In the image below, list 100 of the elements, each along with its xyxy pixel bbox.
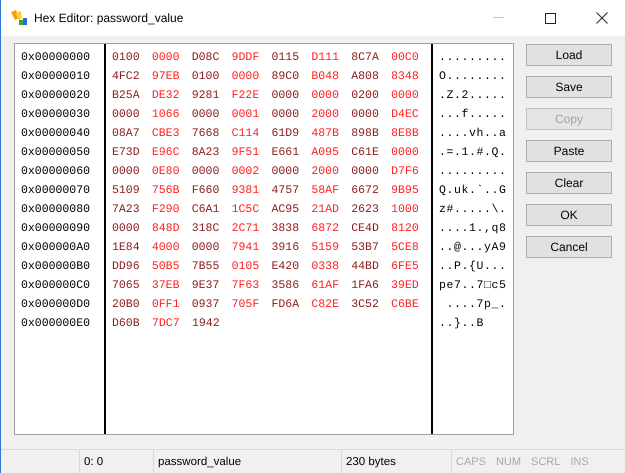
hex-word: C6BE [391, 298, 420, 311]
dialog-button[interactable]: Clear [526, 172, 612, 194]
hex-word: 08A7 [112, 127, 141, 140]
hex-word: AC95 [272, 203, 300, 216]
hex-word: 0E80 [152, 165, 180, 178]
hex-word: 61AF [311, 279, 340, 292]
ascii-text: ....vh..a [439, 127, 507, 140]
hex-word: C114 [232, 127, 260, 140]
dialog-button[interactable]: Cancel [526, 236, 612, 258]
ascii-text: .Z.2..... [439, 89, 507, 102]
hex-word: 50B5 [152, 260, 180, 273]
hex-word: D4EC [391, 108, 420, 121]
ascii-text: ..P.{U... [439, 260, 507, 273]
hex-word: 0000 [351, 165, 380, 178]
ascii-text: ..}..B [439, 317, 484, 330]
address-label: 0x000000E0 [21, 317, 90, 330]
hex-word: 39ED [391, 279, 420, 292]
hex-word: 1000 [391, 203, 420, 216]
hex-word: 3C52 [351, 298, 380, 311]
hex-word: 1FA6 [351, 279, 380, 292]
hex-word: CBE3 [152, 127, 180, 140]
hex-word: 0000 [391, 89, 420, 102]
hex-word: E73D [112, 146, 141, 159]
hex-word: 0000 [112, 165, 141, 178]
key-indicator: CAPS [456, 456, 486, 468]
hex-word: C61E [351, 146, 380, 159]
hex-word: 8348 [391, 70, 420, 83]
hex-word: 0100 [112, 51, 141, 64]
hex-word: 0000 [112, 222, 141, 235]
hex-word: 0001 [232, 108, 260, 121]
key-indicator: SCRL [531, 456, 560, 468]
hex-word: 1066 [152, 108, 180, 121]
hex-word: A808 [351, 70, 380, 83]
hex-word: 9281 [192, 89, 220, 102]
ascii-text: ....1.,q8 [439, 222, 507, 235]
hex-word: DE32 [152, 89, 180, 102]
hex-word: 58AF [311, 184, 340, 197]
hex-word: 0000 [112, 108, 141, 121]
dialog-button[interactable]: Load [526, 44, 612, 66]
hex-word: 0115 [272, 51, 300, 64]
hex-word: 9381 [232, 184, 260, 197]
hex-word: 9DDF [232, 51, 260, 64]
hex-word: 0000 [272, 165, 300, 178]
hex-word: D111 [311, 51, 340, 64]
address-label: 0x00000090 [21, 222, 90, 235]
hex-word: 1942 [192, 317, 221, 330]
hex-word: 7DC7 [152, 317, 181, 330]
hex-word: 53B7 [351, 241, 380, 254]
dialog-button[interactable]: Save [526, 76, 612, 98]
address-label: 0x00000010 [21, 70, 90, 83]
address-label: 0x000000A0 [21, 241, 90, 254]
hex-word: 7F63 [232, 279, 260, 292]
hex-word: A095 [311, 146, 340, 159]
hex-word: 7668 [192, 127, 220, 140]
file-name: password_value [158, 456, 242, 468]
hex-word: 0000 [272, 89, 300, 102]
hex-word: F660 [192, 184, 220, 197]
hex-word: B25A [112, 89, 141, 102]
hex-word: 0000 [272, 108, 300, 121]
address-label: 0x00000050 [21, 146, 90, 159]
address-label: 0x00000070 [21, 184, 90, 197]
hex-word: 2000 [311, 165, 340, 178]
hex-word: 8C7A [351, 51, 380, 64]
hex-word: 2C71 [232, 222, 260, 235]
hex-word: F290 [152, 203, 180, 216]
address-label: 0x000000D0 [21, 298, 90, 311]
hex-word: 7A23 [112, 203, 141, 216]
hex-word: 487B [311, 127, 340, 140]
hex-word: 5CE8 [391, 241, 420, 254]
hex-word: 8120 [391, 222, 420, 235]
cursor-position: 0: 0 [84, 456, 104, 468]
hex-word: 4000 [152, 241, 180, 254]
hex-word: 61D9 [272, 127, 300, 140]
hex-word: D60B [112, 317, 141, 330]
address-label: 0x00000080 [21, 203, 90, 216]
hex-word: 0000 [232, 70, 260, 83]
hex-word: 756B [152, 184, 180, 197]
ascii-text: O........ [439, 70, 507, 83]
hex-word: E420 [272, 260, 300, 273]
ascii-text: Q.uk.`..G [439, 184, 507, 197]
hex-word: 3838 [272, 222, 300, 235]
hex-word: 2623 [351, 203, 380, 216]
hex-word: C6A1 [192, 203, 220, 216]
hex-word: 848D [152, 222, 180, 235]
hex-word: 20B0 [112, 298, 141, 311]
hex-word: 21AD [311, 203, 340, 216]
hex-word: 5109 [112, 184, 141, 197]
hex-word: C82E [311, 298, 340, 311]
hex-word: 9E37 [192, 279, 220, 292]
address-label: 0x00000040 [21, 127, 90, 140]
hex-word: 0000 [192, 108, 220, 121]
hex-word: 9B95 [391, 184, 420, 197]
address-label: 0x000000C0 [21, 279, 90, 292]
dialog-button[interactable]: OK [526, 204, 612, 226]
file-size: 230 bytes [346, 456, 396, 468]
hex-word: 9F51 [232, 146, 260, 159]
dialog-button[interactable]: Paste [526, 140, 612, 162]
address-label: 0x00000020 [21, 89, 90, 102]
hex-word: 2000 [311, 108, 340, 121]
ascii-text: ....7p_. [446, 298, 507, 311]
